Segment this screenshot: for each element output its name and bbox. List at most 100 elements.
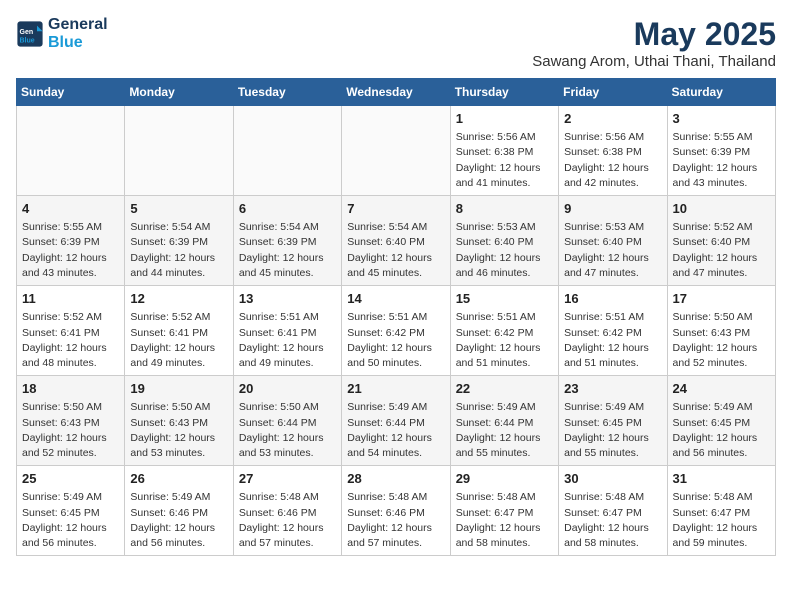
day-number: 21 [347, 380, 444, 398]
day-info: Sunrise: 5:51 AM Sunset: 6:42 PM Dayligh… [564, 310, 661, 371]
day-number: 24 [673, 380, 770, 398]
calendar-cell: 16 Sunrise: 5:51 AM Sunset: 6:42 PM Dayli… [559, 286, 667, 376]
calendar-cell: 18 Sunrise: 5:50 AM Sunset: 6:43 PM Dayli… [17, 376, 125, 466]
logo-text-line2: Blue [48, 34, 108, 52]
svg-text:Blue: Blue [20, 37, 35, 44]
calendar-cell: 13Sunrise: 5:51 AM Sunset: 6:41 PM Dayli… [233, 286, 341, 376]
calendar-cell: 15 Sunrise: 5:51 AM Sunset: 6:42 PM Dayli… [450, 286, 558, 376]
day-number: 23 [564, 380, 661, 398]
day-info: Sunrise: 5:51 AM Sunset: 6:42 PM Dayligh… [347, 310, 444, 371]
weekday-header-friday: Friday [559, 79, 667, 106]
day-number: 20 [239, 380, 336, 398]
day-info: Sunrise: 5:50 AM Sunset: 6:44 PM Dayligh… [239, 400, 336, 461]
day-number: 9 [564, 200, 661, 218]
calendar-cell: 17Sunrise: 5:50 AM Sunset: 6:43 PM Dayli… [667, 286, 775, 376]
week-row-1: 1 Sunrise: 5:56 AM Sunset: 6:38 PM Daylig… [17, 106, 776, 196]
day-info: Sunrise: 5:55 AM Sunset: 6:39 PM Dayligh… [673, 130, 770, 191]
calendar-cell: 27 Sunrise: 5:48 AM Sunset: 6:46 PM Dayli… [233, 466, 341, 556]
day-number: 26 [130, 470, 227, 488]
logo-text-line1: General [48, 16, 108, 34]
week-row-4: 18 Sunrise: 5:50 AM Sunset: 6:43 PM Dayli… [17, 376, 776, 466]
calendar-cell: 11 Sunrise: 5:52 AM Sunset: 6:41 PM Dayli… [17, 286, 125, 376]
calendar-cell: 9 Sunrise: 5:53 AM Sunset: 6:40 PM Daylig… [559, 196, 667, 286]
calendar-cell: 31 Sunrise: 5:48 AM Sunset: 6:47 PM Dayli… [667, 466, 775, 556]
day-number: 29 [456, 470, 553, 488]
day-number: 1 [456, 110, 553, 128]
day-number: 27 [239, 470, 336, 488]
day-info: Sunrise: 5:48 AM Sunset: 6:46 PM Dayligh… [239, 490, 336, 551]
calendar-cell: 1 Sunrise: 5:56 AM Sunset: 6:38 PM Daylig… [450, 106, 558, 196]
calendar-cell: 21Sunrise: 5:49 AM Sunset: 6:44 PM Dayli… [342, 376, 450, 466]
calendar-cell [125, 106, 233, 196]
calendar-cell [342, 106, 450, 196]
svg-text:Gen: Gen [20, 29, 34, 36]
day-number: 7 [347, 200, 444, 218]
day-number: 3 [673, 110, 770, 128]
day-info: Sunrise: 5:53 AM Sunset: 6:40 PM Dayligh… [456, 220, 553, 281]
day-number: 10 [673, 200, 770, 218]
calendar-cell: 29Sunrise: 5:48 AM Sunset: 6:47 PM Dayli… [450, 466, 558, 556]
day-info: Sunrise: 5:54 AM Sunset: 6:39 PM Dayligh… [239, 220, 336, 281]
day-number: 15 [456, 290, 553, 308]
day-number: 4 [22, 200, 119, 218]
day-number: 5 [130, 200, 227, 218]
week-row-3: 11 Sunrise: 5:52 AM Sunset: 6:41 PM Dayli… [17, 286, 776, 376]
calendar-cell: 7 Sunrise: 5:54 AM Sunset: 6:40 PM Daylig… [342, 196, 450, 286]
day-info: Sunrise: 5:49 AM Sunset: 6:45 PM Dayligh… [22, 490, 119, 551]
calendar-cell: 28 Sunrise: 5:48 AM Sunset: 6:46 PM Dayli… [342, 466, 450, 556]
day-number: 2 [564, 110, 661, 128]
day-number: 13 [239, 290, 336, 308]
day-info: Sunrise: 5:50 AM Sunset: 6:43 PM Dayligh… [22, 400, 119, 461]
calendar-cell [233, 106, 341, 196]
day-number: 25 [22, 470, 119, 488]
weekday-header-monday: Monday [125, 79, 233, 106]
calendar-cell: 30 Sunrise: 5:48 AM Sunset: 6:47 PM Dayli… [559, 466, 667, 556]
day-info: Sunrise: 5:52 AM Sunset: 6:40 PM Dayligh… [673, 220, 770, 281]
day-info: Sunrise: 5:50 AM Sunset: 6:43 PM Dayligh… [130, 400, 227, 461]
day-number: 11 [22, 290, 119, 308]
calendar-cell: 25 Sunrise: 5:49 AM Sunset: 6:45 PM Dayli… [17, 466, 125, 556]
calendar-cell: 3 Sunrise: 5:55 AM Sunset: 6:39 PM Daylig… [667, 106, 775, 196]
calendar-cell: 12 Sunrise: 5:52 AM Sunset: 6:41 PM Dayli… [125, 286, 233, 376]
day-info: Sunrise: 5:52 AM Sunset: 6:41 PM Dayligh… [22, 310, 119, 371]
logo-icon: Gen Blue [16, 20, 44, 48]
calendar-cell [17, 106, 125, 196]
calendar-cell: 26 Sunrise: 5:49 AM Sunset: 6:46 PM Dayli… [125, 466, 233, 556]
day-info: Sunrise: 5:56 AM Sunset: 6:38 PM Dayligh… [456, 130, 553, 191]
calendar-cell: 23 Sunrise: 5:49 AM Sunset: 6:45 PM Dayli… [559, 376, 667, 466]
title-area: May 2025 Sawang Arom, Uthai Thani, Thail… [532, 16, 776, 70]
day-number: 14 [347, 290, 444, 308]
day-info: Sunrise: 5:49 AM Sunset: 6:45 PM Dayligh… [564, 400, 661, 461]
day-number: 17 [673, 290, 770, 308]
day-number: 8 [456, 200, 553, 218]
day-number: 22 [456, 380, 553, 398]
calendar-table: SundayMondayTuesdayWednesdayThursdayFrid… [16, 78, 776, 556]
weekday-header-row: SundayMondayTuesdayWednesdayThursdayFrid… [17, 79, 776, 106]
day-info: Sunrise: 5:48 AM Sunset: 6:46 PM Dayligh… [347, 490, 444, 551]
weekday-header-tuesday: Tuesday [233, 79, 341, 106]
day-info: Sunrise: 5:54 AM Sunset: 6:39 PM Dayligh… [130, 220, 227, 281]
day-info: Sunrise: 5:51 AM Sunset: 6:42 PM Dayligh… [456, 310, 553, 371]
day-info: Sunrise: 5:49 AM Sunset: 6:46 PM Dayligh… [130, 490, 227, 551]
day-info: Sunrise: 5:53 AM Sunset: 6:40 PM Dayligh… [564, 220, 661, 281]
calendar-cell: 4Sunrise: 5:55 AM Sunset: 6:39 PM Daylig… [17, 196, 125, 286]
logo: Gen Blue General Blue [16, 16, 108, 51]
day-number: 18 [22, 380, 119, 398]
day-number: 31 [673, 470, 770, 488]
day-info: Sunrise: 5:49 AM Sunset: 6:44 PM Dayligh… [456, 400, 553, 461]
day-number: 16 [564, 290, 661, 308]
calendar-cell: 22 Sunrise: 5:49 AM Sunset: 6:44 PM Dayli… [450, 376, 558, 466]
day-info: Sunrise: 5:48 AM Sunset: 6:47 PM Dayligh… [673, 490, 770, 551]
subtitle: Sawang Arom, Uthai Thani, Thailand [532, 53, 776, 70]
calendar-cell: 2Sunrise: 5:56 AM Sunset: 6:38 PM Daylig… [559, 106, 667, 196]
day-number: 19 [130, 380, 227, 398]
day-number: 12 [130, 290, 227, 308]
day-info: Sunrise: 5:52 AM Sunset: 6:41 PM Dayligh… [130, 310, 227, 371]
day-info: Sunrise: 5:54 AM Sunset: 6:40 PM Dayligh… [347, 220, 444, 281]
day-info: Sunrise: 5:48 AM Sunset: 6:47 PM Dayligh… [564, 490, 661, 551]
day-number: 30 [564, 470, 661, 488]
weekday-header-thursday: Thursday [450, 79, 558, 106]
week-row-2: 4Sunrise: 5:55 AM Sunset: 6:39 PM Daylig… [17, 196, 776, 286]
calendar-cell: 10 Sunrise: 5:52 AM Sunset: 6:40 PM Dayli… [667, 196, 775, 286]
day-number: 28 [347, 470, 444, 488]
